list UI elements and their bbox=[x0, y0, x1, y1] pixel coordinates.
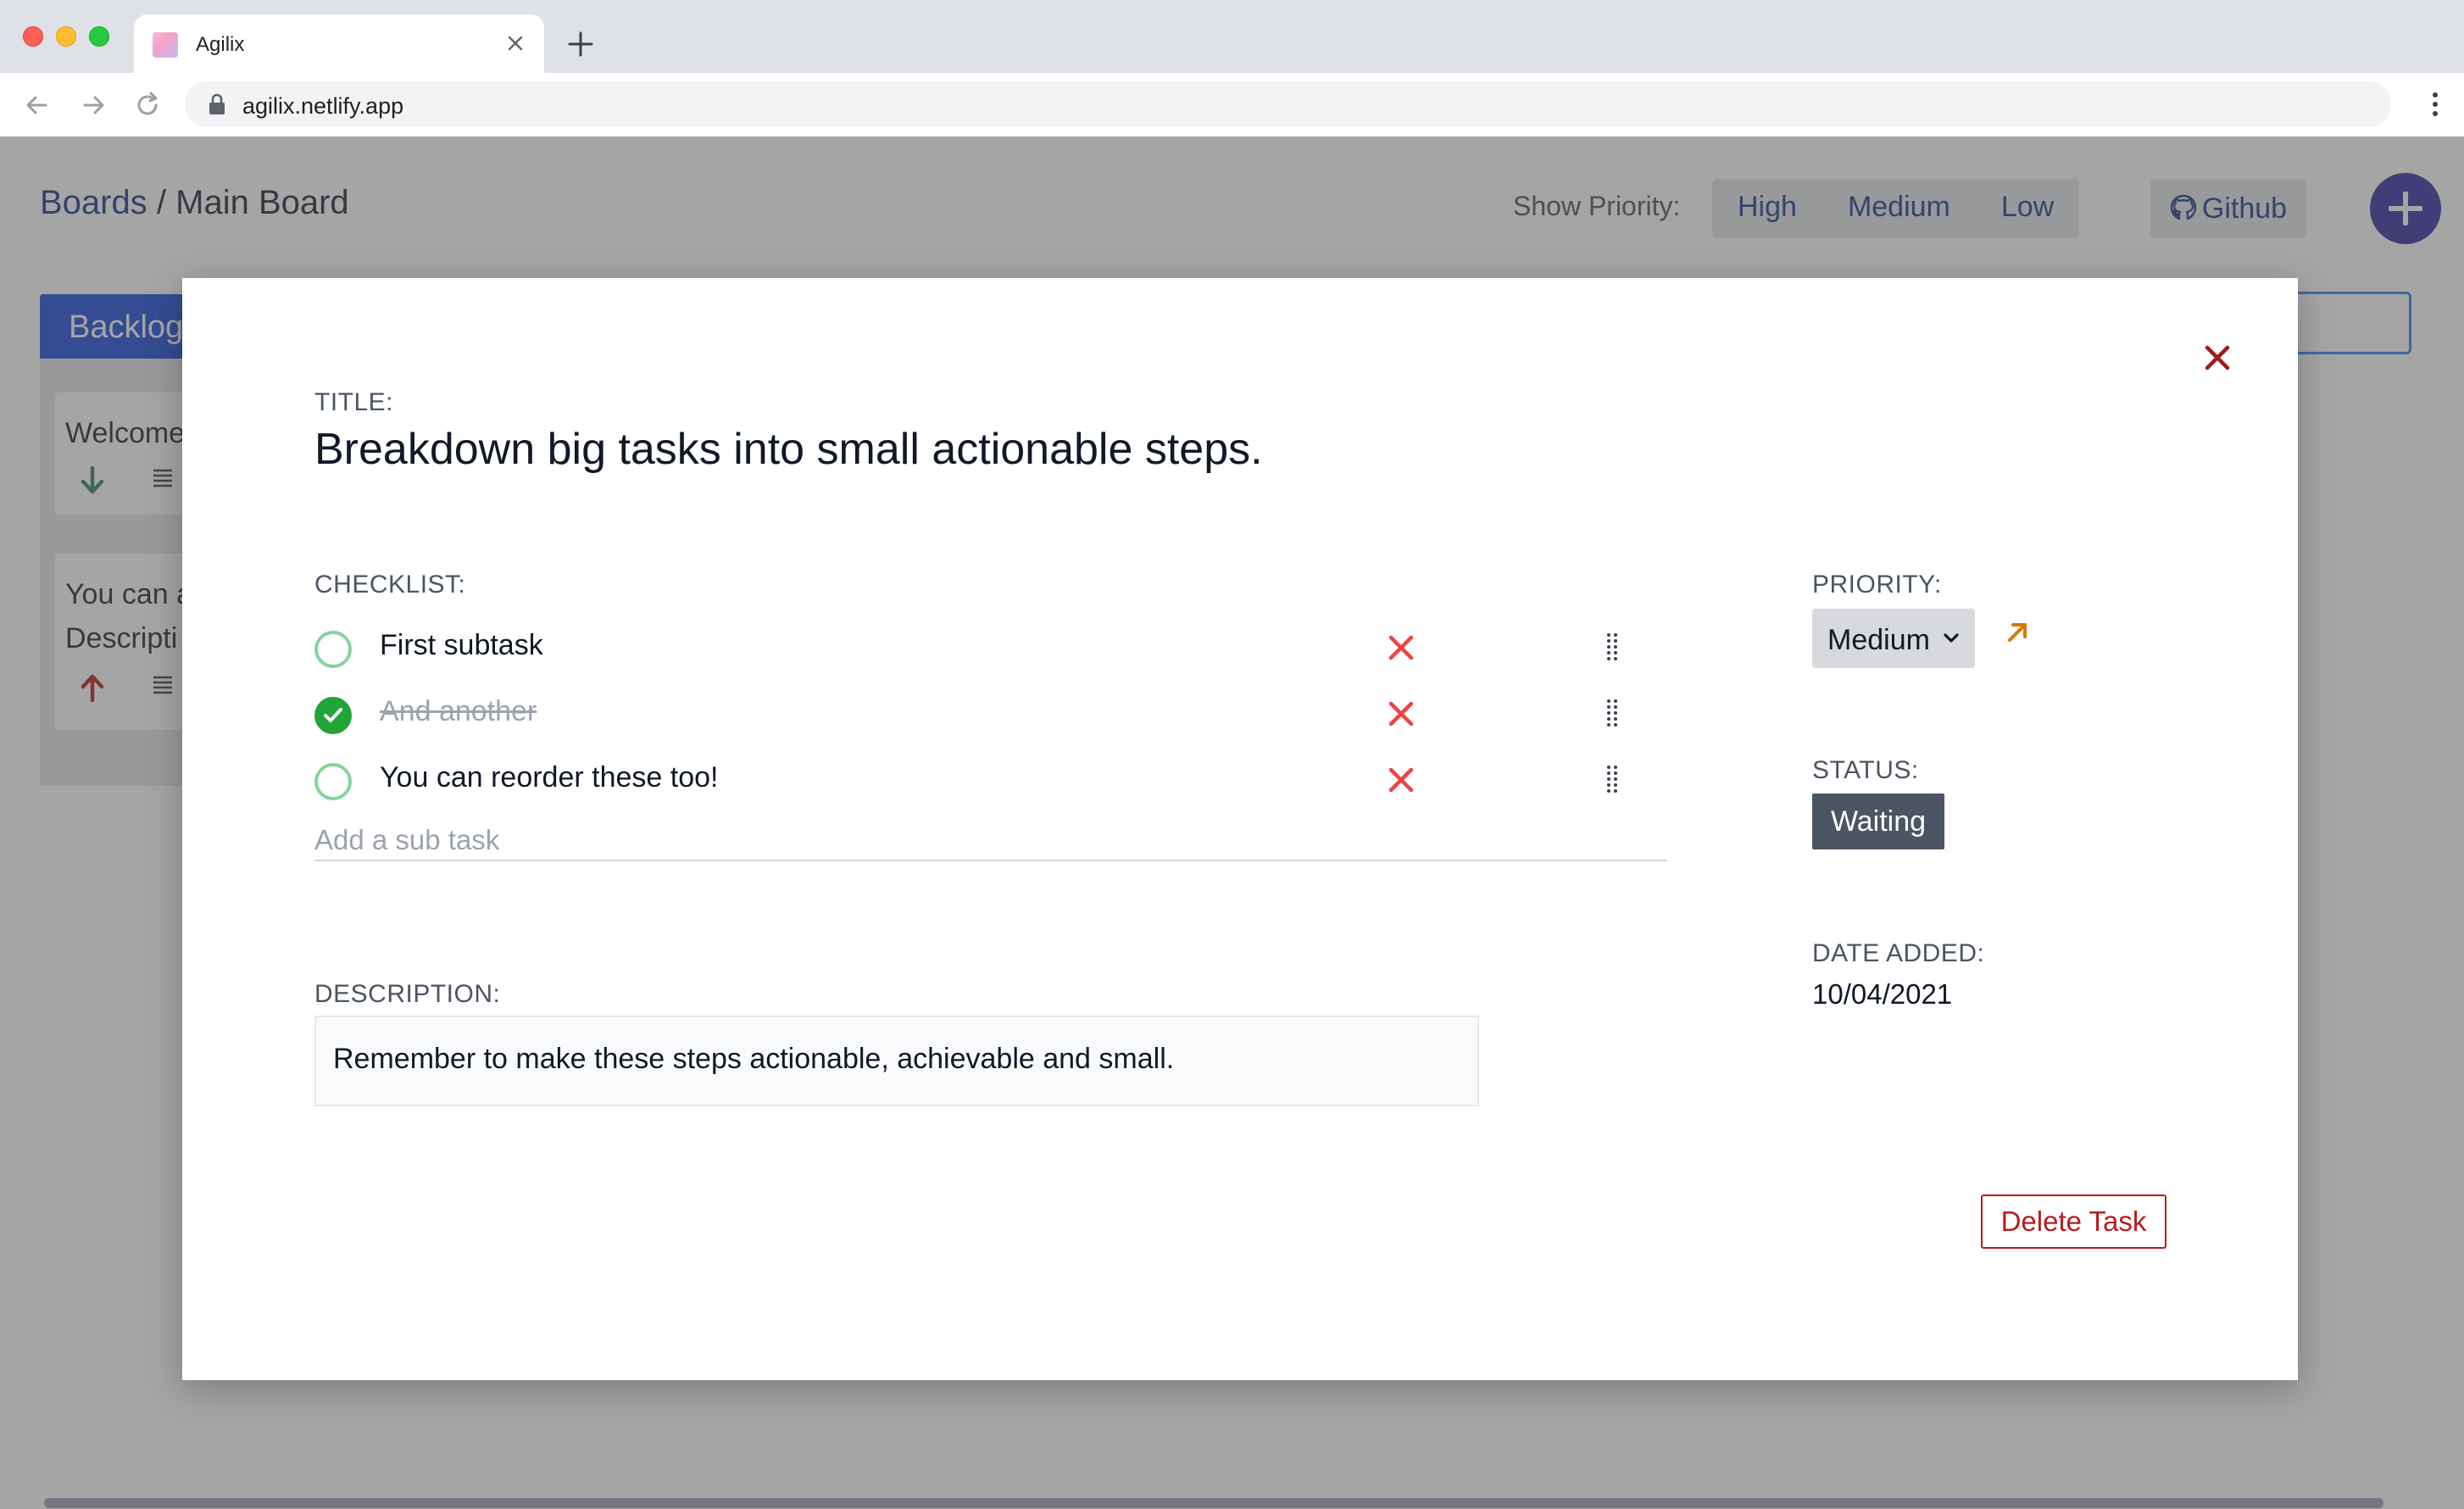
lock-icon bbox=[209, 93, 225, 114]
address-bar[interactable]: agilix.netlify.app bbox=[185, 81, 2391, 127]
maximize-window-button[interactable] bbox=[89, 26, 109, 47]
date-added-label: DATE ADDED: bbox=[1812, 939, 1985, 967]
checklist-item-text[interactable]: First subtask bbox=[380, 629, 543, 662]
reload-icon[interactable] bbox=[131, 88, 164, 122]
task-title[interactable]: Breakdown big tasks into small actionabl… bbox=[314, 424, 1263, 475]
new-tab-icon[interactable] bbox=[564, 27, 598, 61]
priority-select-value: Medium bbox=[1827, 624, 1930, 656]
date-added-value: 10/04/2021 bbox=[1812, 978, 1953, 1010]
priority-arrow-icon bbox=[2008, 623, 2027, 642]
delete-subtask-icon[interactable] bbox=[1386, 699, 1416, 729]
favicon-icon bbox=[153, 32, 178, 58]
checklist-item-text[interactable]: And another bbox=[380, 695, 537, 728]
back-icon[interactable] bbox=[20, 88, 54, 122]
delete-subtask-icon[interactable] bbox=[1386, 765, 1416, 795]
close-window-button[interactable] bbox=[23, 26, 43, 47]
status-badge[interactable]: Waiting bbox=[1812, 793, 1944, 849]
checklist-item: You can reorder these too! bbox=[314, 754, 1798, 805]
checkbox-unchecked[interactable] bbox=[314, 763, 352, 800]
status-label: STATUS: bbox=[1812, 756, 1919, 784]
browser-chrome: Agilix agilix.netlify.app bbox=[0, 0, 2464, 136]
checkbox-unchecked[interactable] bbox=[314, 631, 352, 668]
check-icon bbox=[324, 708, 342, 722]
url-text: agilix.netlify.app bbox=[242, 93, 404, 119]
minimize-window-button[interactable] bbox=[56, 26, 76, 47]
close-tab-icon[interactable] bbox=[502, 30, 529, 57]
add-subtask-input[interactable] bbox=[314, 821, 1667, 861]
browser-toolbar: agilix.netlify.app bbox=[0, 73, 2464, 136]
checkbox-checked[interactable] bbox=[314, 697, 352, 734]
title-label: TITLE: bbox=[314, 388, 394, 416]
drag-handle-icon[interactable] bbox=[1604, 697, 1621, 731]
chevron-down-icon bbox=[1944, 633, 1959, 643]
delete-task-button[interactable]: Delete Task bbox=[1981, 1194, 2166, 1249]
checklist-item: And another bbox=[314, 688, 1798, 739]
drag-handle-icon[interactable] bbox=[1604, 763, 1621, 797]
priority-select[interactable]: Medium bbox=[1812, 609, 1975, 668]
description-field[interactable]: Remember to make these steps actionable,… bbox=[314, 1016, 1479, 1106]
checklist-item: First subtask bbox=[314, 622, 1798, 673]
description-label: DESCRIPTION: bbox=[314, 980, 501, 1008]
priority-label: PRIORITY: bbox=[1812, 571, 1942, 599]
checklist-item-text[interactable]: You can reorder these too! bbox=[380, 761, 718, 794]
checklist-label: CHECKLIST: bbox=[314, 571, 466, 599]
delete-subtask-icon[interactable] bbox=[1386, 632, 1416, 663]
browser-tab[interactable]: Agilix bbox=[134, 14, 544, 73]
task-modal: TITLE: Breakdown big tasks into small ac… bbox=[182, 278, 2298, 1380]
drag-handle-icon[interactable] bbox=[1604, 631, 1621, 665]
forward-icon[interactable] bbox=[76, 88, 110, 122]
browser-menu-icon[interactable] bbox=[2427, 87, 2444, 121]
close-icon[interactable] bbox=[2200, 341, 2234, 375]
tab-title: Agilix bbox=[196, 33, 245, 56]
